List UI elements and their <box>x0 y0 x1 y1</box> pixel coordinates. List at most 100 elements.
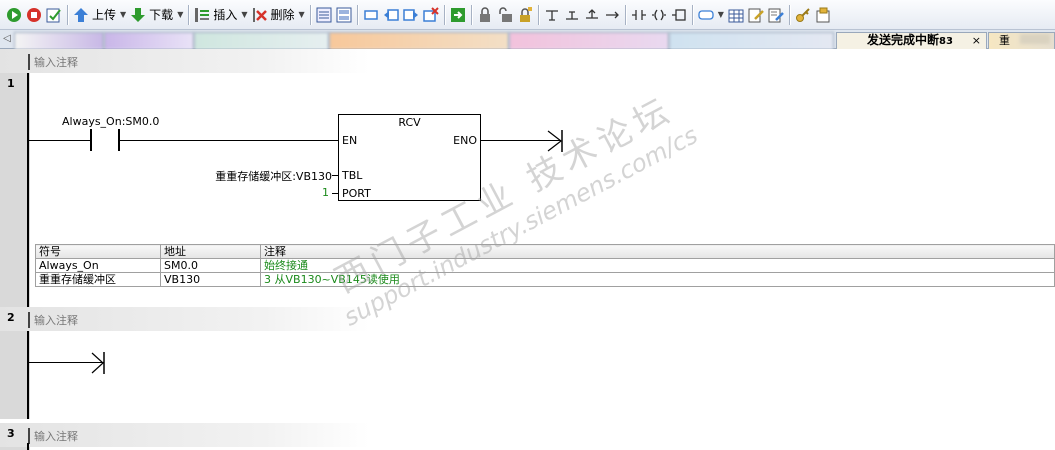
header-symbol: 符号 <box>35 244 161 259</box>
jump-left-button[interactable] <box>382 4 400 26</box>
header-address: 地址 <box>160 244 261 259</box>
output-arrow-icon <box>91 352 105 374</box>
line-up-icon <box>584 7 600 23</box>
network-comment-input[interactable]: 输入注释 <box>28 312 78 328</box>
tab-hidden-6[interactable] <box>669 32 834 49</box>
network-number: 3 <box>7 427 15 440</box>
active-tab-suffix: 83 <box>939 36 953 47</box>
symbol-table-header: 符号 地址 注释 <box>35 244 1055 259</box>
go-button[interactable] <box>449 4 467 26</box>
pin-port: PORT <box>342 187 371 200</box>
header-comment: 注释 <box>260 244 1055 259</box>
lock-add-button[interactable] <box>516 4 534 26</box>
upload-button[interactable]: 上传 ▼ <box>72 4 127 26</box>
close-tab-icon[interactable]: × <box>972 33 981 48</box>
insert-icon <box>194 7 210 23</box>
pin-eno: ENO <box>453 134 477 147</box>
note-button[interactable] <box>814 4 832 26</box>
upload-icon <box>73 7 89 23</box>
network-gutter <box>0 73 30 307</box>
comment-cell: 3 从VB130~VB145读使用 <box>260 272 1055 287</box>
network-number: 1 <box>7 77 15 90</box>
edit-button[interactable] <box>747 4 765 26</box>
tab-send-complete-interrupt[interactable]: 发送完成中断83 × <box>836 32 987 49</box>
comment-cell: 始终接通 <box>260 258 1055 273</box>
jump-left-icon <box>383 7 399 23</box>
download-dropdown-icon[interactable]: ▼ <box>177 10 183 19</box>
branch-down-icon <box>544 7 560 23</box>
toolbar-separator <box>470 4 472 25</box>
branch-down-button[interactable] <box>543 4 561 26</box>
delete-icon <box>252 7 268 23</box>
box-button[interactable] <box>670 4 688 26</box>
address-cell: SM0.0 <box>160 258 261 273</box>
contact-left-bar[interactable] <box>90 129 92 151</box>
table-button[interactable] <box>727 4 745 26</box>
tab-hidden-3[interactable] <box>194 32 329 49</box>
tab-hidden-5[interactable] <box>509 32 669 49</box>
rect-button[interactable] <box>362 4 380 26</box>
instruction-button[interactable]: ▼ <box>697 4 725 26</box>
jump-right-icon <box>402 7 419 23</box>
power-rail <box>27 73 29 307</box>
symbol-cell: 重重存储缓冲区 <box>35 272 161 287</box>
pin-en: EN <box>342 134 358 147</box>
instruction-dropdown-icon[interactable]: ▼ <box>718 10 724 19</box>
unlock-button[interactable] <box>496 4 514 26</box>
toolbar-separator <box>537 4 539 25</box>
upload-dropdown-icon[interactable]: ▼ <box>120 10 126 19</box>
stop-button[interactable] <box>25 4 43 26</box>
table-icon <box>728 7 744 23</box>
table-row: Always_On SM0.0 始终接通 <box>35 258 1055 273</box>
line-right-button[interactable] <box>603 4 621 26</box>
toolbar-separator <box>188 4 190 25</box>
tab-next[interactable]: 重 <box>988 32 1055 49</box>
coil-button[interactable] <box>650 4 668 26</box>
download-button[interactable]: 下载 ▼ <box>129 4 184 26</box>
compile-check-icon <box>46 7 62 23</box>
toolbar-separator <box>624 4 626 25</box>
network-comment-input[interactable]: 输入注释 <box>28 54 78 70</box>
compile-check-button[interactable] <box>45 4 63 26</box>
tab-scroll-left-icon[interactable]: ◁ <box>2 33 12 45</box>
toolbar-separator <box>443 4 445 25</box>
network-comment-header: 输入注释 <box>0 423 1055 447</box>
key-icon <box>795 7 811 23</box>
note-icon <box>815 7 831 23</box>
edit2-button[interactable] <box>767 4 785 26</box>
go-icon <box>450 7 466 23</box>
insert-button[interactable]: 插入 ▼ <box>193 4 248 26</box>
insert-label: 插入 <box>213 8 238 22</box>
key-button[interactable] <box>794 4 812 26</box>
network-comment-input[interactable]: 输入注释 <box>28 428 78 444</box>
toolbar-separator <box>67 4 68 25</box>
next-tab-label: 重 <box>999 34 1010 47</box>
network-button[interactable] <box>335 4 353 26</box>
toggle-view-button[interactable] <box>315 4 333 26</box>
main-toolbar: 上传 ▼ 下载 ▼ 插入 ▼ 删除 ▼ ▼ <box>0 0 1055 30</box>
insert-dropdown-icon[interactable]: ▼ <box>241 10 247 19</box>
delete-button[interactable]: 删除 ▼ <box>251 4 306 26</box>
branch-up-button[interactable] <box>563 4 581 26</box>
lock-button[interactable] <box>476 4 494 26</box>
rcv-instruction-box[interactable]: RCV EN ENO TBL PORT <box>338 114 481 201</box>
line-up-button[interactable] <box>583 4 601 26</box>
rung-wire <box>29 140 91 141</box>
clear-button[interactable] <box>422 4 440 26</box>
power-rail <box>27 443 29 450</box>
toolbar-separator <box>691 4 693 25</box>
port-stub <box>332 193 338 194</box>
ladder-editor: 输入注释 1 Always_On:SM0.0 RCV EN ENO TBL PO… <box>0 49 1055 450</box>
jump-right-button[interactable] <box>402 4 420 26</box>
toolbar-separator <box>356 4 358 25</box>
contact-button[interactable] <box>630 4 648 26</box>
contact-operand-label[interactable]: Always_On:SM0.0 <box>62 115 159 128</box>
tab-hidden-1[interactable] <box>14 32 104 49</box>
delete-dropdown-icon[interactable]: ▼ <box>299 10 305 19</box>
tbl-operand-label[interactable]: 重重存储缓冲区:VB130 <box>215 168 332 184</box>
tab-hidden-4[interactable] <box>329 32 509 49</box>
tab-hidden-2[interactable] <box>104 32 194 49</box>
port-operand-label[interactable]: 1 <box>322 186 329 199</box>
run-button[interactable] <box>5 4 23 26</box>
next-tab-blur <box>1019 34 1050 44</box>
